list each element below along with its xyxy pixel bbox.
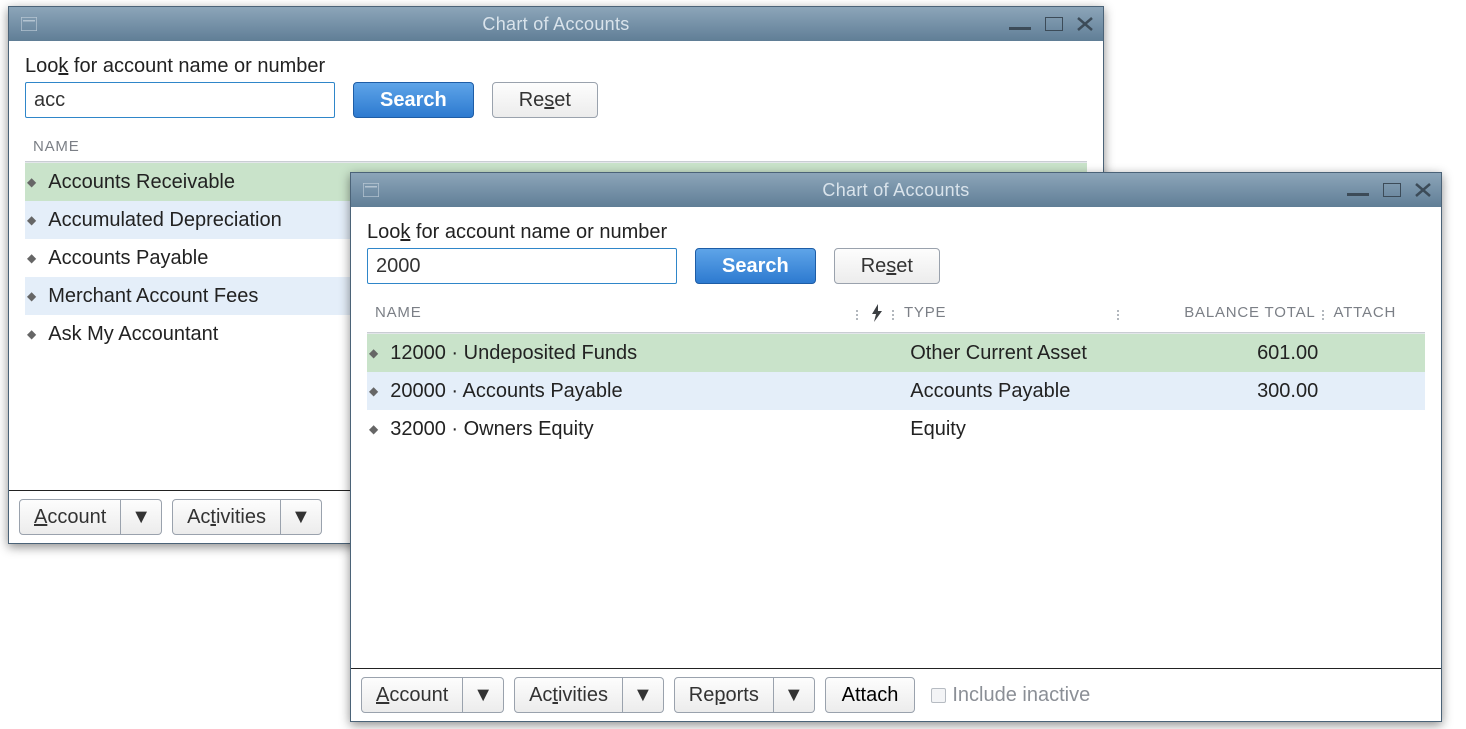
chevron-down-icon[interactable]: ▼ <box>463 677 504 713</box>
reports-menu-button[interactable]: Reports ▼ <box>674 677 815 713</box>
search-input[interactable] <box>25 82 335 118</box>
table-row[interactable]: ◆12000 · Undeposited Funds Other Current … <box>367 334 1425 372</box>
table-row[interactable]: ◆20000 · Accounts Payable Accounts Payabl… <box>367 372 1425 410</box>
chevron-down-icon[interactable]: ▼ <box>121 499 162 535</box>
accounts-list: ◆12000 · Undeposited FundsOther Current … <box>367 333 1425 448</box>
account-menu-button[interactable]: Account ▼ <box>361 677 504 713</box>
close-icon[interactable] <box>1077 17 1093 31</box>
bullet-icon: ◆ <box>367 422 384 436</box>
include-inactive-checkbox[interactable]: Include inactive <box>931 684 1090 707</box>
bullet-icon: ◆ <box>25 327 42 341</box>
reset-button[interactable]: Reset <box>834 248 940 284</box>
account-menu-button[interactable]: Account ▼ <box>19 499 162 535</box>
account-name: 20000 · Accounts Payable <box>384 380 874 403</box>
bolt-icon <box>870 309 884 326</box>
titlebar[interactable]: Chart of Accounts <box>9 7 1103 41</box>
close-icon[interactable] <box>1415 183 1431 197</box>
chart-of-accounts-window-front: Chart of Accounts Look for account name … <box>350 172 1442 722</box>
col-name[interactable]: NAME <box>369 304 856 326</box>
account-type: Other Current Asset <box>904 342 1124 365</box>
balance-total: 300.00 <box>1124 380 1324 403</box>
col-name[interactable]: NAME <box>27 138 1085 155</box>
account-type: Accounts Payable <box>904 380 1124 403</box>
activities-menu-button[interactable]: Activities ▼ <box>172 499 322 535</box>
bullet-icon: ◆ <box>367 384 384 398</box>
window-menu-icon[interactable] <box>19 15 39 33</box>
window-title: Chart of Accounts <box>9 14 1103 35</box>
maximize-icon[interactable] <box>1383 183 1401 197</box>
activities-menu-button[interactable]: Activities ▼ <box>514 677 664 713</box>
window-title: Chart of Accounts <box>351 180 1441 201</box>
checkbox-icon <box>931 688 946 703</box>
col-type[interactable]: TYPE <box>898 304 1117 326</box>
col-activity-icon[interactable] <box>862 304 892 326</box>
search-button[interactable]: Search <box>695 248 816 284</box>
footer: Account ▼ Activities ▼ Reports ▼ Attach … <box>351 668 1441 721</box>
search-label: Look for account name or number <box>367 221 1425 244</box>
account-type: Equity <box>904 418 1124 441</box>
maximize-icon[interactable] <box>1045 17 1063 31</box>
col-balance[interactable]: BALANCE TOTAL <box>1123 304 1322 326</box>
chevron-down-icon[interactable]: ▼ <box>623 677 664 713</box>
column-headers: NAME TYPE BALANCE TOTAL ATTACH <box>367 294 1425 333</box>
include-inactive-label: Include inactive <box>952 684 1090 707</box>
search-label: Look for account name or number <box>25 55 1087 78</box>
chevron-down-icon[interactable]: ▼ <box>281 499 322 535</box>
column-headers: NAME <box>25 128 1087 162</box>
col-attach[interactable]: ATTACH <box>1328 304 1423 326</box>
minimize-icon[interactable] <box>1347 183 1369 197</box>
reset-button[interactable]: Reset <box>492 82 598 118</box>
titlebar[interactable]: Chart of Accounts <box>351 173 1441 207</box>
minimize-icon[interactable] <box>1009 17 1031 31</box>
table-row[interactable]: ◆32000 · Owners Equity Equity <box>367 410 1425 448</box>
bullet-icon: ◆ <box>25 289 42 303</box>
attach-button[interactable]: Attach <box>825 677 916 713</box>
bullet-icon: ◆ <box>367 346 384 360</box>
window-menu-icon[interactable] <box>361 181 381 199</box>
bullet-icon: ◆ <box>25 175 42 189</box>
chevron-down-icon[interactable]: ▼ <box>774 677 815 713</box>
account-name: 32000 · Owners Equity <box>384 418 874 441</box>
search-input[interactable] <box>367 248 677 284</box>
bullet-icon: ◆ <box>25 251 42 265</box>
search-button[interactable]: Search <box>353 82 474 118</box>
balance-total: 601.00 <box>1124 342 1324 365</box>
account-name: 12000 · Undeposited Funds <box>384 342 874 365</box>
bullet-icon: ◆ <box>25 213 42 227</box>
